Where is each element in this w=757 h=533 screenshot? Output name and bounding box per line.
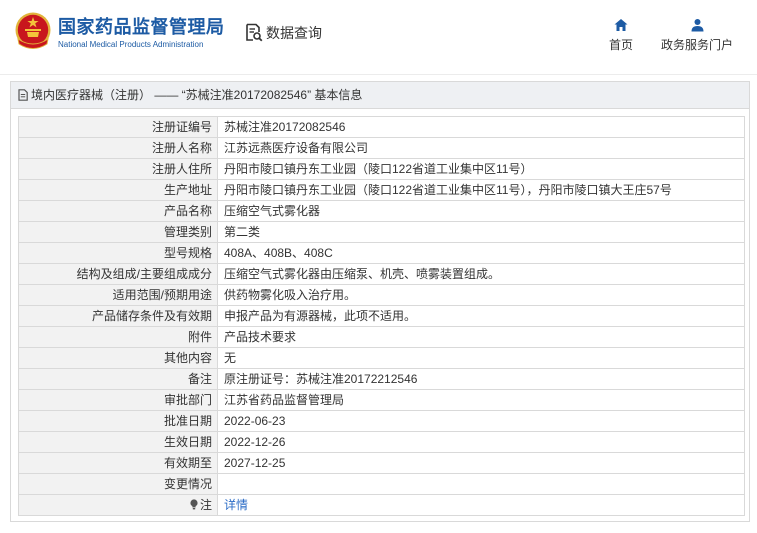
field-label: 生效日期 <box>18 431 218 453</box>
nmpa-emblem-icon <box>15 12 51 49</box>
home-icon <box>614 19 628 31</box>
detail-panel: 境内医疗器械（注册） —— “苏械注准20172082546” 基本信息 注册证… <box>10 81 750 522</box>
field-label: 批准日期 <box>18 410 218 432</box>
field-value: 江苏省药品监督管理局 <box>217 389 745 411</box>
row-expiry-date: 有效期至 2027-12-25 <box>18 452 745 474</box>
field-label: 注册证编号 <box>18 116 218 138</box>
details-link[interactable]: 详情 <box>224 498 248 512</box>
field-label: 型号规格 <box>18 242 218 264</box>
field-value: 无 <box>217 347 745 369</box>
nav-service-portal[interactable]: 政务服务门户 <box>657 18 737 52</box>
row-approval-department: 审批部门 江苏省药品监督管理局 <box>18 389 745 411</box>
row-other-content: 其他内容 无 <box>18 347 745 369</box>
field-value: 2022-06-23 <box>217 410 745 432</box>
field-label: 有效期至 <box>18 452 218 474</box>
document-search-icon <box>246 23 263 42</box>
row-storage-conditions: 产品储存条件及有效期 申报产品为有源器械，此项不适用。 <box>18 305 745 327</box>
site-title: 国家药品监督管理局 <box>58 17 225 37</box>
field-value: 第二类 <box>217 221 745 243</box>
field-value: 2022-12-26 <box>217 431 745 453</box>
field-label: 注册人住所 <box>18 158 218 180</box>
row-intended-use: 适用范围/预期用途 供药物雾化吸入治疗用。 <box>18 284 745 306</box>
note-label: 注 <box>199 497 212 512</box>
field-label: 其他内容 <box>18 347 218 369</box>
field-value: 苏械注准20172082546 <box>217 116 745 138</box>
lightbulb-icon <box>190 499 198 510</box>
row-product-name: 产品名称 压缩空气式雾化器 <box>18 200 745 222</box>
nav-home-label: 首页 <box>608 38 633 52</box>
field-label: 备注 <box>18 368 218 390</box>
field-label: 产品储存条件及有效期 <box>18 305 218 327</box>
field-value: 供药物雾化吸入治疗用。 <box>217 284 745 306</box>
field-label: 审批部门 <box>18 389 218 411</box>
field-value: 原注册证号：苏械注准20172212546 <box>217 368 745 390</box>
site-header: 国家药品监督管理局 National Medical Products Admi… <box>0 0 757 75</box>
field-label: 注册人名称 <box>18 137 218 159</box>
row-approval-date: 批准日期 2022-06-23 <box>18 410 745 432</box>
field-value: 丹阳市陵口镇丹东工业园（陵口122省道工业集中区11号），丹阳市陵口镇大王庄57… <box>217 179 745 201</box>
row-note: 注 详情 <box>18 494 745 516</box>
field-value: 压缩空气式雾化器由压缩泵、机壳、喷雾装置组成。 <box>217 263 745 285</box>
field-label: 产品名称 <box>18 200 218 222</box>
row-management-category: 管理类别 第二类 <box>18 221 745 243</box>
row-change-status: 变更情况 <box>18 473 745 495</box>
row-registrant-name: 注册人名称 江苏远燕医疗设备有限公司 <box>18 137 745 159</box>
field-label: 附件 <box>18 326 218 348</box>
row-production-address: 生产地址 丹阳市陵口镇丹东工业园（陵口122省道工业集中区11号），丹阳市陵口镇… <box>18 179 745 201</box>
user-icon <box>691 19 703 32</box>
row-registrant-address: 注册人住所 丹阳市陵口镇丹东工业园（陵口122省道工业集中区11号） <box>18 158 745 180</box>
field-label: 管理类别 <box>18 221 218 243</box>
field-label: 生产地址 <box>18 179 218 201</box>
field-label: 变更情况 <box>18 473 218 495</box>
row-remarks: 备注 原注册证号：苏械注准20172212546 <box>18 368 745 390</box>
field-label: 结构及组成/主要组成成分 <box>18 263 218 285</box>
field-value: 江苏远燕医疗设备有限公司 <box>217 137 745 159</box>
registration-info-table: 注册证编号 苏械注准20172082546 注册人名称 江苏远燕医疗设备有限公司… <box>18 116 745 516</box>
breadcrumb: 境内医疗器械（注册） —— “苏械注准20172082546” 基本信息 <box>11 82 749 109</box>
field-value: 产品技术要求 <box>217 326 745 348</box>
site-subtitle: National Medical Products Administration <box>58 40 204 49</box>
row-structure-composition: 结构及组成/主要组成成分 压缩空气式雾化器由压缩泵、机壳、喷雾装置组成。 <box>18 263 745 285</box>
brand-home-link[interactable]: 国家药品监督管理局 National Medical Products Admi… <box>14 12 226 56</box>
breadcrumb-text: 境内医疗器械（注册） —— “苏械注准20172082546” 基本信息 <box>31 88 363 102</box>
field-value: 2027-12-25 <box>217 452 745 474</box>
row-effective-date: 生效日期 2022-12-26 <box>18 431 745 453</box>
document-icon <box>18 89 28 101</box>
field-value <box>217 473 745 495</box>
row-registration-number: 注册证编号 苏械注准20172082546 <box>18 116 745 138</box>
data-query-label: 数据查询 <box>266 25 322 41</box>
row-attachments: 附件 产品技术要求 <box>18 326 745 348</box>
nav-home[interactable]: 首页 <box>596 18 646 52</box>
field-value: 申报产品为有源器械，此项不适用。 <box>217 305 745 327</box>
nav-service-portal-label: 政务服务门户 <box>660 38 733 52</box>
field-label: 适用范围/预期用途 <box>18 284 218 306</box>
note-value-cell: 详情 <box>217 494 745 516</box>
field-value: 丹阳市陵口镇丹东工业园（陵口122省道工业集中区11号） <box>217 158 745 180</box>
row-model-specification: 型号规格 408A、408B、408C <box>18 242 745 264</box>
note-label-cell: 注 <box>18 494 218 516</box>
field-value: 压缩空气式雾化器 <box>217 200 745 222</box>
field-value: 408A、408B、408C <box>217 242 745 264</box>
